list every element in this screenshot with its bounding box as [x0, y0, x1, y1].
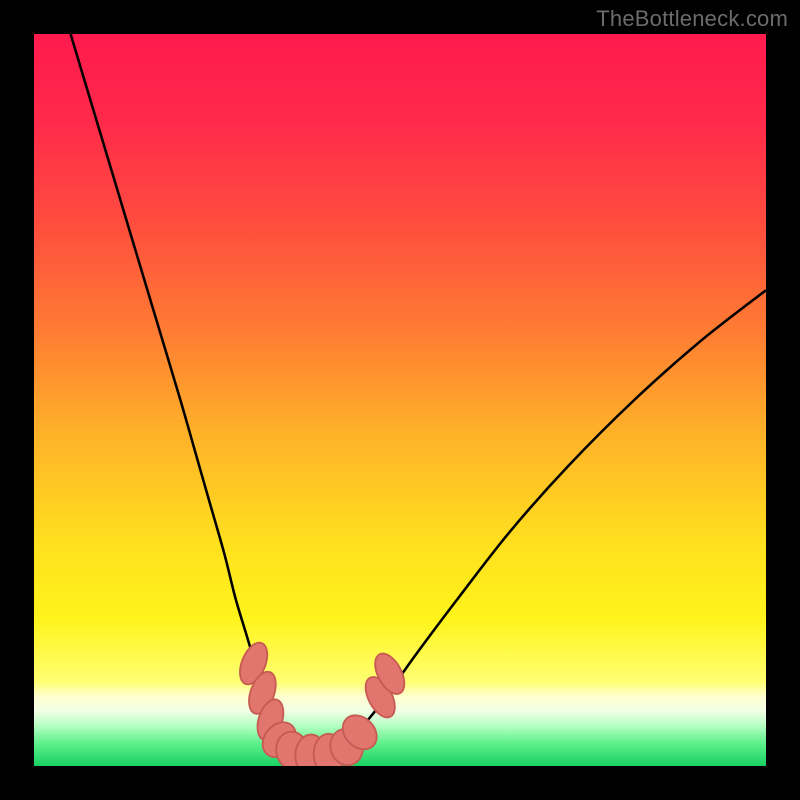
chart-svg [34, 34, 766, 766]
bottleneck-curve [71, 34, 766, 757]
watermark-text: TheBottleneck.com [596, 6, 788, 32]
outer-frame: TheBottleneck.com [0, 0, 800, 800]
marker-group [235, 639, 411, 766]
plot-area [34, 34, 766, 766]
